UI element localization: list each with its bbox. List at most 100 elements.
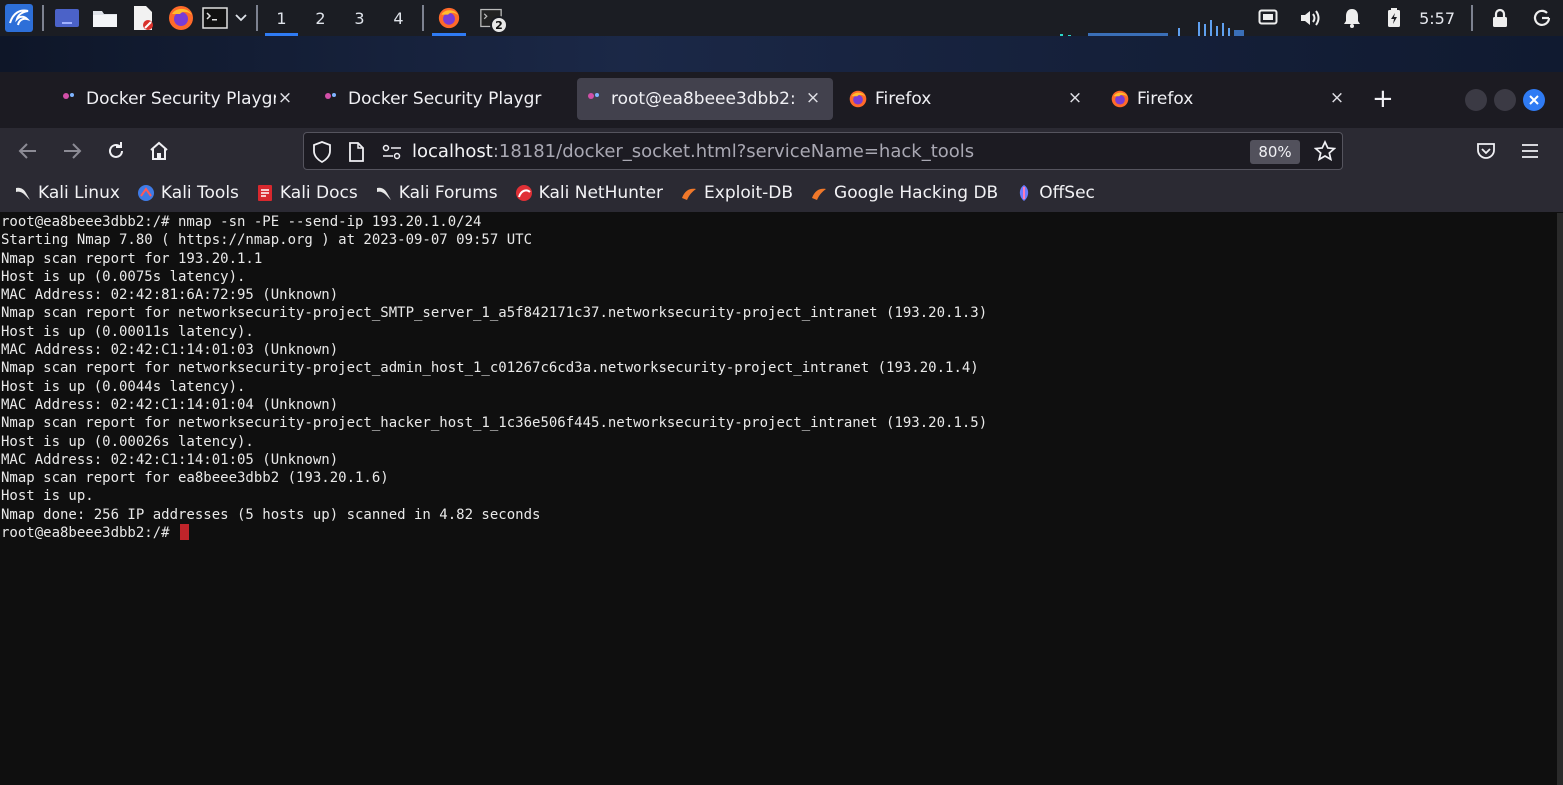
desktop-icon xyxy=(55,9,79,27)
url-host: localhost xyxy=(412,141,493,162)
battery-charging-icon xyxy=(1388,8,1401,27)
permissions-icon[interactable] xyxy=(382,144,402,160)
tab-title: Firefox xyxy=(875,89,932,109)
workspace-1[interactable]: 1 xyxy=(262,0,301,36)
kali-menu-button[interactable] xyxy=(0,0,38,36)
file-manager-button[interactable] xyxy=(86,0,124,36)
close-window-button[interactable] xyxy=(1523,89,1545,111)
bookmark-label: Kali Tools xyxy=(160,183,239,203)
system-tray: 5:57 xyxy=(1247,0,1563,36)
bookmark-google-hacking-db[interactable]: Google Hacking DB xyxy=(810,183,998,203)
show-desktop-button[interactable] xyxy=(48,0,86,36)
web-terminal[interactable]: root@ea8beee3dbb2:/# nmap -sn -PE --send… xyxy=(0,213,1563,785)
tab-close-icon[interactable]: × xyxy=(803,88,823,108)
terminal-prompt: root@ea8beee3dbb2:/# xyxy=(1,525,179,542)
taskbar-separator xyxy=(42,5,44,31)
kali-tools-icon xyxy=(137,185,154,201)
notifications-button[interactable] xyxy=(1331,0,1373,36)
new-tab-button[interactable]: + xyxy=(1372,86,1394,112)
docker-playground-favicon-icon xyxy=(63,93,74,99)
workspace-2[interactable]: 2 xyxy=(301,0,340,36)
terminal-line: MAC Address: 02:42:C1:14:01:03 (Unknown) xyxy=(1,342,339,359)
bookmark-kali-nethunter[interactable]: Kali NetHunter xyxy=(515,183,663,203)
tab-docker-playground-2[interactable]: Docker Security Playgrou × xyxy=(322,78,570,120)
bell-icon xyxy=(1344,9,1361,28)
cpu-usage-graph xyxy=(1060,20,1244,38)
firefox-launcher-button[interactable] xyxy=(162,0,200,36)
maximize-button[interactable] xyxy=(1494,89,1516,111)
workspace-3[interactable]: 3 xyxy=(340,0,379,36)
workspace-label: 4 xyxy=(393,8,404,28)
home-button[interactable] xyxy=(146,138,172,164)
zoom-indicator[interactable]: 80% xyxy=(1250,140,1300,164)
volume-button[interactable] xyxy=(1289,0,1331,36)
bookmark-kali-tools[interactable]: Kali Tools xyxy=(137,183,239,203)
terminal-line: Nmap scan report for networksecurity-pro… xyxy=(1,360,979,377)
taskbar-separator xyxy=(256,5,258,31)
tab-docker-playground-1[interactable]: Docker Security Playgrou × xyxy=(60,78,305,120)
reload-button[interactable] xyxy=(103,138,129,164)
minimize-button[interactable] xyxy=(1465,89,1487,111)
bookmark-kali-linux[interactable]: Kali Linux xyxy=(14,183,120,203)
text-editor-icon xyxy=(134,6,153,30)
clock[interactable]: 5:57 xyxy=(1415,9,1465,28)
workspace-4[interactable]: 4 xyxy=(379,0,418,36)
workspace-label: 1 xyxy=(276,8,287,28)
terminal-line: Nmap scan report for networksecurity-pro… xyxy=(1,415,988,432)
battery-button[interactable] xyxy=(1373,0,1415,36)
terminal-line: MAC Address: 02:42:81:6A:72:95 (Unknown) xyxy=(1,287,339,304)
reload-icon xyxy=(109,142,123,158)
tab-close-icon[interactable]: × xyxy=(1065,88,1085,108)
url-path: :18181/docker_socket.html?serviceName=ha… xyxy=(492,141,975,162)
docker-playground-favicon-icon xyxy=(588,93,599,99)
tab-terminal-active[interactable]: root@ea8beee3dbb2: / × xyxy=(577,78,833,120)
arrow-right-icon xyxy=(64,143,82,159)
terminal-launcher-button[interactable] xyxy=(200,0,230,36)
bookmark-kali-forums[interactable]: Kali Forums xyxy=(375,183,498,203)
window-count-badge: 2 xyxy=(490,16,508,34)
tab-title: Docker Security Playgrou xyxy=(86,89,276,109)
bookmark-label: Kali Docs xyxy=(279,183,358,203)
bookmark-star-icon[interactable] xyxy=(1314,140,1336,162)
scrollbar-track[interactable] xyxy=(1557,213,1563,785)
firefox-icon xyxy=(169,6,193,30)
bookmark-offsec[interactable]: OffSec xyxy=(1015,183,1095,203)
pocket-button[interactable] xyxy=(1473,138,1499,164)
terminal-line: Host is up (0.00011s latency). xyxy=(1,323,254,340)
menu-button[interactable] xyxy=(1517,138,1543,164)
url-bar[interactable]: localhost:18181/docker_socket.html?servi… xyxy=(303,132,1343,170)
kali-docs-icon xyxy=(257,185,272,201)
bookmark-kali-docs[interactable]: Kali Docs xyxy=(256,183,358,203)
bookmark-exploit-db[interactable]: Exploit-DB xyxy=(680,183,793,203)
tab-firefox-2[interactable]: Firefox × xyxy=(1111,78,1357,120)
taskbar-firefox-window[interactable] xyxy=(428,0,470,36)
terminal-menu-dropdown[interactable] xyxy=(230,0,252,36)
docker-playground-favicon-icon xyxy=(325,93,336,99)
exploit-db-icon xyxy=(682,188,697,200)
terminal-prompt-line[interactable]: root@ea8beee3dbb2:/# xyxy=(1,524,1562,542)
tab-firefox-1[interactable]: Firefox × xyxy=(849,78,1095,120)
arrow-left-icon xyxy=(18,143,36,159)
shield-icon[interactable] xyxy=(312,141,332,163)
terminal-line: Nmap scan report for ea8beee3dbb2 (193.2… xyxy=(1,470,389,487)
taskbar-terminal-window[interactable]: 2 xyxy=(470,0,512,36)
workspace-label: 3 xyxy=(354,8,365,28)
tab-close-icon[interactable]: × xyxy=(275,88,295,108)
tab-bar: Docker Security Playgrou × Docker Securi… xyxy=(0,72,1563,128)
monitor-icon xyxy=(1258,9,1278,25)
kali-dragon-icon xyxy=(5,4,33,32)
bookmark-label: Kali NetHunter xyxy=(538,183,664,203)
forward-button[interactable] xyxy=(59,138,85,164)
lock-screen-button[interactable] xyxy=(1479,0,1521,36)
back-button[interactable] xyxy=(15,138,41,164)
tab-close-icon[interactable]: × xyxy=(1327,88,1347,108)
offsec-icon xyxy=(1020,185,1029,201)
text-editor-button[interactable] xyxy=(124,0,162,36)
url-text[interactable]: localhost:18181/docker_socket.html?servi… xyxy=(412,141,974,162)
terminal-line: Nmap scan report for networksecurity-pro… xyxy=(1,305,988,322)
page-icon[interactable] xyxy=(348,142,364,162)
nethunter-icon xyxy=(515,185,532,201)
screenshot-button[interactable] xyxy=(1247,0,1289,36)
logout-button[interactable] xyxy=(1521,0,1563,36)
kali-dragon-icon xyxy=(16,187,30,200)
